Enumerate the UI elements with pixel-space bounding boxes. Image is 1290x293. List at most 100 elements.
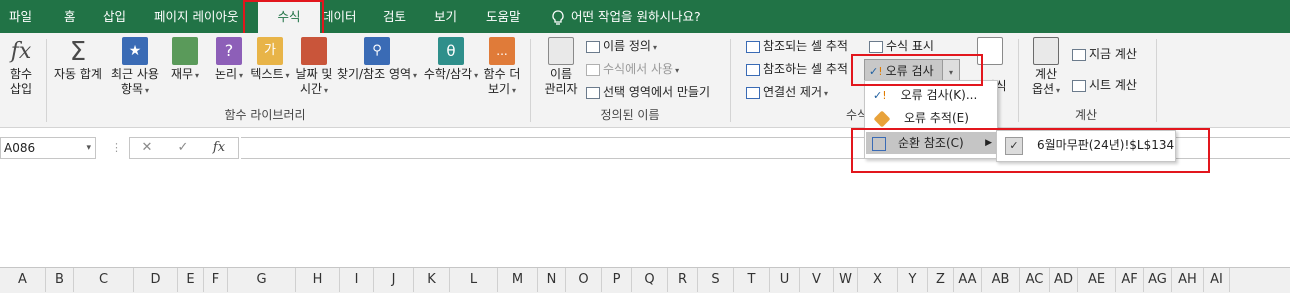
tab-insert[interactable]: 삽입 — [103, 0, 126, 33]
define-name-button[interactable]: 이름 정의 ▾ — [586, 37, 657, 55]
column-header-aa[interactable]: AA — [954, 268, 982, 292]
column-header-h[interactable]: H — [296, 268, 340, 292]
use-in-formula-button[interactable]: 수식에서 사용 ▾ — [586, 60, 679, 78]
column-header-l[interactable]: L — [450, 268, 498, 292]
financial-button[interactable]: 재무 ▾ — [168, 37, 202, 83]
error-checking-menu: ✓! 오류 검사(K)... 오류 추적(E) 순환 참조(C) ▶ — [864, 80, 998, 159]
tell-me-text: 어떤 작업을 원하시나요? — [571, 9, 701, 24]
recent-button[interactable]: ★ 최근 사용 항목 ▾ — [108, 37, 162, 98]
autosum-label: 자동 합계 — [54, 67, 102, 81]
tab-view[interactable]: 보기 — [434, 0, 457, 33]
column-header-w[interactable]: W — [834, 268, 858, 292]
more-functions-button[interactable]: ... 함수 더 보기 ▾ — [480, 37, 524, 98]
trace-dependents-label: 참조하는 셀 추적 — [763, 62, 848, 76]
show-formulas-label: 수식 표시 — [886, 39, 934, 53]
circular-reference-cell-item[interactable]: ✓ 6월마무판(24년)!$L$134 — [999, 134, 1174, 156]
column-header-af[interactable]: AF — [1116, 268, 1144, 292]
trace-dependents-button[interactable]: 참조하는 셀 추적 — [746, 60, 848, 78]
column-header-r[interactable]: R — [668, 268, 698, 292]
star-book-icon: ★ — [122, 37, 148, 65]
column-header-x[interactable]: X — [858, 268, 898, 292]
column-header-ai[interactable]: AI — [1204, 268, 1230, 292]
more-label-1: 함수 더 — [483, 67, 521, 81]
enter-icon[interactable]: ✓ — [166, 138, 200, 158]
checkmark-icon: ✓ — [873, 89, 883, 102]
define-name-icon — [586, 40, 600, 53]
column-header-ab[interactable]: AB — [982, 268, 1020, 292]
separator — [1156, 39, 1157, 122]
math-trig-button[interactable]: θ 수학/삼각 ▾ — [422, 37, 480, 83]
column-header-p[interactable]: P — [602, 268, 632, 292]
column-header-a[interactable]: A — [0, 268, 46, 292]
recent-label-1: 최근 사용 — [111, 67, 159, 81]
math-label: 수학/삼각 — [423, 67, 473, 81]
calc-sheet-button[interactable]: 시트 계산 — [1072, 76, 1137, 94]
column-header-s[interactable]: S — [698, 268, 734, 292]
text-button[interactable]: 가 텍스트 ▾ — [250, 37, 290, 83]
calculator-icon — [1033, 37, 1059, 65]
tab-review[interactable]: 검토 — [383, 0, 406, 33]
create-from-selection-label: 선택 영역에서 만들기 — [603, 85, 710, 99]
date-time-button[interactable]: 날짜 및 시간 ▾ — [292, 37, 336, 98]
tab-help[interactable]: 도움말 — [486, 0, 521, 33]
error-checking-dropdown[interactable]: ▾ — [942, 59, 960, 81]
remove-arrows-button[interactable]: 연결선 제거 ▾ — [746, 83, 828, 101]
column-header-ad[interactable]: AD — [1050, 268, 1078, 292]
calc-options-button[interactable]: 계산 옵션 ▾ — [1026, 37, 1066, 98]
column-header-m[interactable]: M — [498, 268, 538, 292]
create-from-selection-icon — [586, 86, 600, 99]
create-from-selection-button[interactable]: 선택 영역에서 만들기 — [586, 83, 710, 101]
separator — [46, 39, 47, 122]
column-header-j[interactable]: J — [374, 268, 414, 292]
logical-button[interactable]: ? 논리 ▾ — [212, 37, 246, 83]
column-header-v[interactable]: V — [800, 268, 834, 292]
column-header-ag[interactable]: AG — [1144, 268, 1172, 292]
column-header-f[interactable]: F — [204, 268, 228, 292]
column-header-ae[interactable]: AE — [1078, 268, 1116, 292]
menu-item-error-checking[interactable]: ✓! 오류 검사(K)... — [869, 84, 993, 106]
autosum-button[interactable]: Σ 자동 합계 — [50, 37, 106, 82]
name-manager-label-1: 이름 — [549, 67, 573, 81]
column-header-t[interactable]: T — [734, 268, 770, 292]
menu-item-circular-references[interactable]: 순환 참조(C) ▶ — [866, 132, 996, 154]
tab-file[interactable]: 파일 — [9, 0, 32, 33]
lightbulb-icon — [552, 9, 564, 25]
tab-data[interactable]: 데이터 — [322, 0, 357, 33]
menu-item-trace-error[interactable]: 오류 추적(E) — [869, 107, 993, 129]
name-manager-button[interactable]: 이름 관리자 — [538, 37, 584, 97]
remove-arrows-icon — [746, 86, 760, 99]
tab-home[interactable]: 홈 — [64, 0, 76, 33]
column-header-o[interactable]: O — [566, 268, 602, 292]
lookup-button[interactable]: ⚲ 찾기/참조 영역 ▾ — [336, 37, 418, 83]
tab-formulas[interactable]: 수식 — [258, 0, 320, 33]
grip-icon: ⋮ — [111, 141, 122, 154]
use-in-formula-label: 수식에서 사용 — [603, 62, 674, 76]
column-header-u[interactable]: U — [770, 268, 800, 292]
show-formulas-button[interactable]: 수식 표시 — [869, 37, 934, 55]
tell-me-box[interactable]: 어떤 작업을 원하시나요? — [551, 0, 701, 33]
column-header-n[interactable]: N — [538, 268, 566, 292]
column-header-g[interactable]: G — [228, 268, 296, 292]
calc-now-icon — [1072, 48, 1086, 61]
column-header-z[interactable]: Z — [928, 268, 954, 292]
column-header-y[interactable]: Y — [898, 268, 928, 292]
column-header-q[interactable]: Q — [632, 268, 668, 292]
column-header-e[interactable]: E — [178, 268, 204, 292]
calc-now-button[interactable]: 지금 계산 — [1072, 45, 1137, 63]
circular-reference-icon — [872, 136, 886, 151]
cancel-icon[interactable]: ✕ — [130, 138, 164, 158]
column-header-c[interactable]: C — [74, 268, 134, 292]
column-header-i[interactable]: I — [340, 268, 374, 292]
trace-precedents-button[interactable]: 참조되는 셀 추적 — [746, 37, 848, 55]
tab-page-layout[interactable]: 페이지 레이아웃 — [154, 0, 238, 33]
insert-function-fx-icon[interactable]: fx — [202, 138, 236, 158]
calc-options-label-1: 계산 — [1034, 67, 1058, 81]
column-header-d[interactable]: D — [134, 268, 178, 292]
insert-function-button[interactable]: fx 함수 삽입 — [2, 37, 40, 97]
fx-icon: fx — [10, 39, 32, 64]
column-header-b[interactable]: B — [46, 268, 74, 292]
column-header-ah[interactable]: AH — [1172, 268, 1204, 292]
column-header-ac[interactable]: AC — [1020, 268, 1050, 292]
column-header-k[interactable]: K — [414, 268, 450, 292]
name-box[interactable]: A086 ▾ — [0, 137, 96, 159]
